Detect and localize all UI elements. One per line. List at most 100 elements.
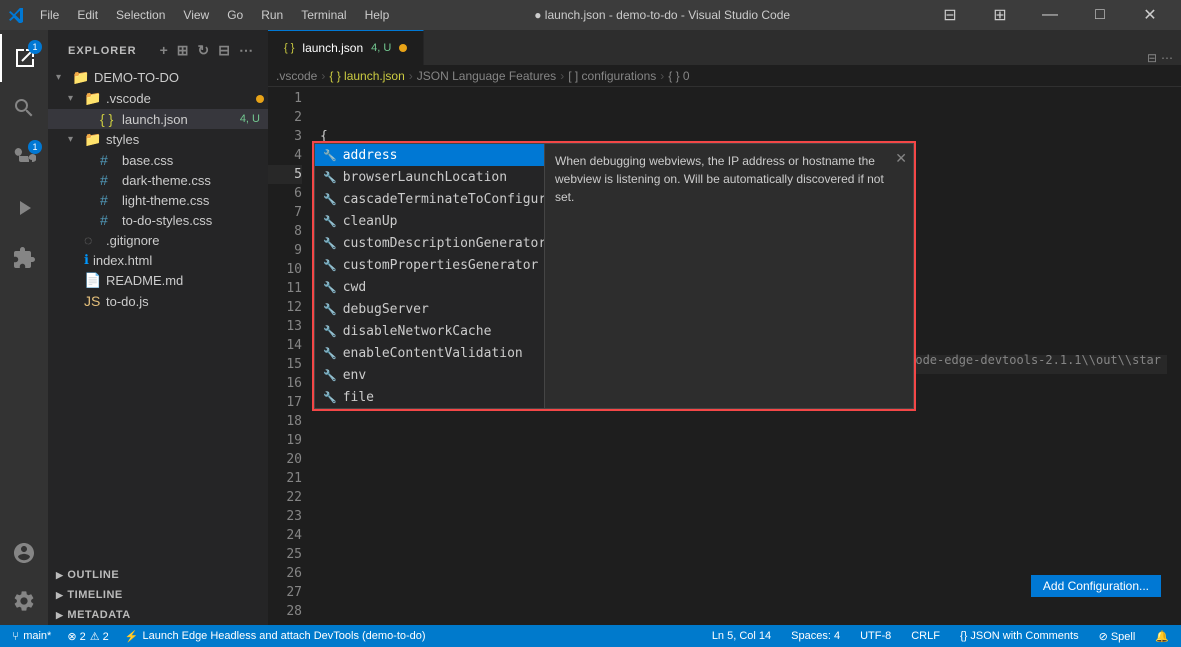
breadcrumb-zero[interactable]: { } 0 [668,69,689,83]
sidebar-item-base-css[interactable]: # base.css [48,150,268,170]
menu-selection[interactable]: Selection [108,6,173,24]
light-css-label: light-theme.css [122,193,268,208]
wrench-icon: 🔧 [323,325,337,338]
tab-launch-json[interactable]: { } launch.json 4, U [268,30,424,65]
menu-go[interactable]: Go [219,6,251,24]
line-ending-status[interactable]: CRLF [907,630,944,642]
notifications-icon[interactable]: 🔔 [1151,630,1173,643]
timeline-section[interactable]: ▶ TIMELINE [48,585,268,605]
outline-section[interactable]: ▶ OUTLINE [48,565,268,585]
autocomplete-item-address[interactable]: 🔧 address [315,144,544,166]
autocomplete-item-customdesc[interactable]: 🔧 customDescriptionGenerator [315,232,544,254]
source-control-icon[interactable]: 1 [0,134,48,182]
todo-css-label: to-do-styles.css [122,213,268,228]
root-arrow: ▾ [56,72,72,83]
autocomplete-item-disablenetwork[interactable]: 🔧 disableNetworkCache [315,320,544,342]
vscode-folder-icon: 📁 [84,90,102,107]
metadata-section[interactable]: ▶ METADATA [48,605,268,625]
run-debug-icon[interactable] [0,184,48,232]
explorer-icon[interactable]: 1 [0,34,48,82]
search-icon[interactable] [0,84,48,132]
layout-btn[interactable]: ⊟ [927,0,973,30]
launch-json-badge: 4, U [240,113,260,125]
new-folder-icon[interactable]: ⊞ [175,40,192,61]
more-editors-icon[interactable]: ⋯ [1161,51,1173,65]
autocomplete-item-env[interactable]: 🔧 env [315,364,544,386]
sidebar-item-light-css[interactable]: # light-theme.css [48,190,268,210]
autocomplete-item-debugserver[interactable]: 🔧 debugServer [315,298,544,320]
breadcrumb-launch[interactable]: { } launch.json [329,69,404,83]
sidebar-item-todo-css[interactable]: # to-do-styles.css [48,210,268,230]
spaces-status[interactable]: Spaces: 4 [787,630,844,642]
menu-help[interactable]: Help [357,6,398,24]
item-label: customPropertiesGenerator [343,258,539,273]
wrench-icon: 🔧 [323,215,337,228]
split-editor-icon[interactable]: ⊟ [1147,51,1157,65]
more-actions-icon[interactable]: ⋯ [237,40,256,61]
breadcrumb-vscode[interactable]: .vscode [276,69,317,83]
autocomplete-item-file[interactable]: 🔧 file [315,386,544,408]
item-label: cascadeTerminateToConfigurations [343,192,545,207]
breadcrumb-json-lang[interactable]: JSON Language Features [417,69,556,83]
sidebar-item-gitignore[interactable]: ◌ .gitignore [48,230,268,250]
autocomplete-item-cwd[interactable]: 🔧 cwd [315,276,544,298]
branch-status[interactable]: ⑂ main* [8,629,55,643]
close-btn[interactable]: ✕ [1127,0,1173,30]
editor-tabs: { } launch.json 4, U ⊟ ⋯ [268,30,1181,65]
panel-btn[interactable]: ⊞ [977,0,1023,30]
line-ending-label: CRLF [911,630,940,642]
vertical-scrollbar[interactable] [1167,87,1181,625]
tab-actions: ⊟ ⋯ [1147,51,1181,65]
vscode-badge-dot [256,95,264,103]
item-label: env [343,368,366,383]
settings-icon[interactable] [0,577,48,625]
sidebar-item-dark-css[interactable]: # dark-theme.css [48,170,268,190]
language-status[interactable]: {} JSON with Comments [956,630,1083,642]
window-controls: ⊟ ⊞ — □ ✕ [927,0,1173,30]
sidebar-item-launch-json[interactable]: { } launch.json 4, U [48,109,268,129]
line-numbers: 1234 5 678910 1112131415 1617181920 2122… [268,87,312,625]
json-file-icon: { } [100,111,118,127]
vscode-logo [8,7,24,23]
menu-terminal[interactable]: Terminal [293,6,354,24]
item-label: cleanUp [343,214,398,229]
extensions-icon[interactable] [0,234,48,282]
sidebar-item-readme[interactable]: 📄 README.md [48,270,268,291]
encoding-status[interactable]: UTF-8 [856,630,895,642]
new-file-icon[interactable]: + [158,40,171,61]
close-detail-icon[interactable]: ✕ [895,148,907,169]
menu-edit[interactable]: Edit [69,6,106,24]
wrench-icon: 🔧 [323,303,337,316]
spaces-label: Spaces: 4 [791,630,840,642]
breadcrumb: .vscode › { } launch.json › JSON Languag… [268,65,1181,87]
spell-status[interactable]: ⊘ Spell [1095,630,1140,643]
sidebar-item-vscode[interactable]: ▾ 📁 .vscode [48,88,268,109]
title-bar: File Edit Selection View Go Run Terminal… [0,0,1181,30]
item-label: disableNetworkCache [343,324,492,339]
launch-status[interactable]: ⚡ Launch Edge Headless and attach DevToo… [121,630,430,643]
sidebar-item-todo-js[interactable]: JS to-do.js [48,291,268,311]
collapse-all-icon[interactable]: ⊟ [216,40,233,61]
minimize-btn[interactable]: — [1027,0,1073,30]
autocomplete-dropdown: 🔧 address 🔧 browserLaunchLocation 🔧 casc… [314,143,914,409]
autocomplete-item-cleanup[interactable]: 🔧 cleanUp [315,210,544,232]
autocomplete-item-enablecontent[interactable]: 🔧 enableContentValidation [315,342,544,364]
breadcrumb-configurations[interactable]: [ ] configurations [568,69,656,83]
autocomplete-item-customprops[interactable]: 🔧 customPropertiesGenerator [315,254,544,276]
errors-warnings-status[interactable]: ⊗ 2 ⚠ 2 [63,630,112,643]
editor-area: { } launch.json 4, U ⊟ ⋯ .vscode › { } l… [268,30,1181,625]
position-status[interactable]: Ln 5, Col 14 [708,630,775,642]
index-html-label: index.html [93,253,268,268]
sidebar-item-styles[interactable]: ▾ 📁 styles [48,129,268,150]
menu-file[interactable]: File [32,6,67,24]
autocomplete-item-cascade[interactable]: 🔧 cascadeTerminateToConfigurations [315,188,544,210]
account-icon[interactable] [0,529,48,577]
sidebar-item-index-html[interactable]: ℹ index.html [48,250,268,270]
menu-view[interactable]: View [175,6,217,24]
autocomplete-item-browserlaunch[interactable]: 🔧 browserLaunchLocation [315,166,544,188]
root-folder[interactable]: ▾ 📁 DEMO-TO-DO [48,67,268,88]
add-configuration-button[interactable]: Add Configuration... [1031,575,1161,597]
refresh-icon[interactable]: ↻ [196,40,213,61]
menu-run[interactable]: Run [253,6,291,24]
maximize-btn[interactable]: □ [1077,0,1123,30]
